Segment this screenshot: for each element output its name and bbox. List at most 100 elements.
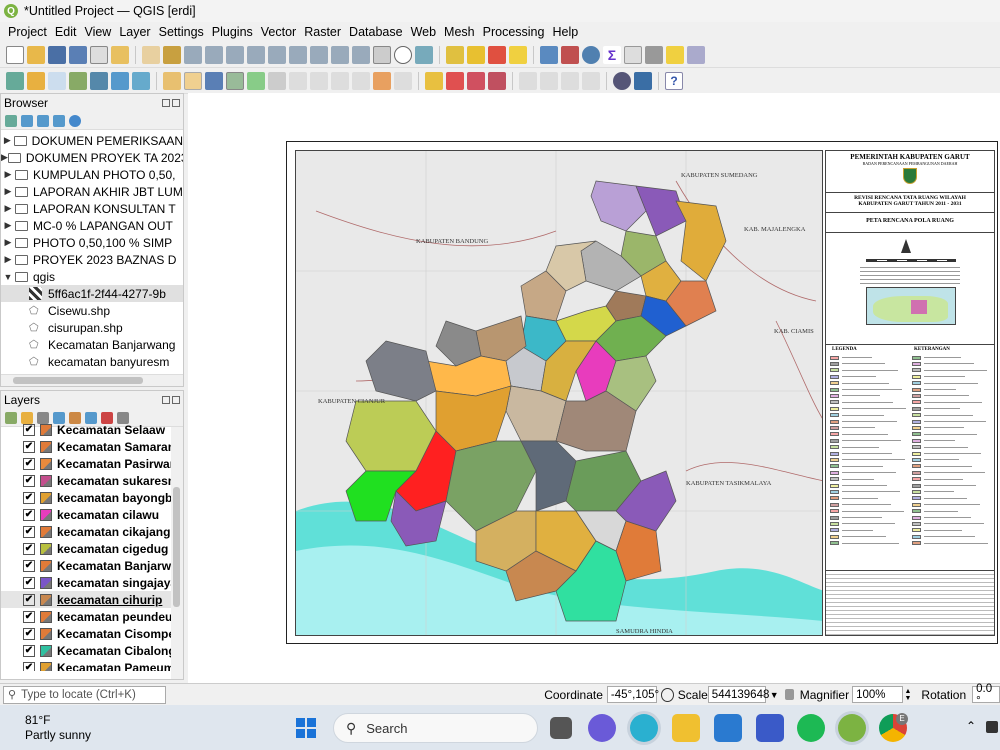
add-selected-icon[interactable] xyxy=(5,114,17,127)
browser-item[interactable]: ⬠ kecamatan banyuresm xyxy=(1,353,183,370)
menu-raster[interactable]: Raster xyxy=(300,25,345,39)
tray-chevron-icon[interactable]: ⌃ xyxy=(966,719,976,733)
add-wms-icon[interactable] xyxy=(111,71,129,90)
layer-visibility-checkbox[interactable]: ✔ xyxy=(23,542,35,555)
layer-list-icon[interactable] xyxy=(624,45,642,64)
zoom-out-icon[interactable] xyxy=(205,45,223,64)
layer-item[interactable]: ✔ kecamatan peundeuy xyxy=(1,608,183,625)
browser-item[interactable]: ⬠ cisurupan.shp xyxy=(1,319,183,336)
map-canvas[interactable]: KABUPATEN SUMEDANG KABUPATEN BANDUNG KAB… xyxy=(188,93,1000,683)
browser-item[interactable]: ▶ PROYEK 2023 BAZNAS D xyxy=(1,251,183,268)
layer-item[interactable]: ✔ Kecamatan Samarang xyxy=(1,438,183,455)
scale-dropdown-icon[interactable]: ▼ xyxy=(770,690,779,700)
layer-item[interactable]: ✔ Kecamatan Selaaw xyxy=(1,421,183,438)
menu-layer[interactable]: Layer xyxy=(115,25,154,39)
modify-attributes-icon[interactable] xyxy=(268,71,286,90)
new-project-icon[interactable] xyxy=(6,45,24,64)
pan-icon[interactable] xyxy=(142,45,160,64)
float-panel-icon[interactable] xyxy=(162,396,170,404)
undo-icon[interactable] xyxy=(373,71,391,90)
layer-item[interactable]: ✔ kecamatan bayongbo xyxy=(1,489,183,506)
browser-item[interactable]: ▶ PHOTO 0,50,100 % SIMP xyxy=(1,234,183,251)
temporal-icon[interactable] xyxy=(394,45,412,64)
delete-selected-icon[interactable] xyxy=(289,71,307,90)
collapse-all-icon[interactable] xyxy=(53,114,65,127)
layer-item[interactable]: ✔ kecamatan cihurip xyxy=(1,591,183,608)
layer-visibility-checkbox[interactable]: ✔ xyxy=(23,525,35,538)
browser-item[interactable]: ▼ qgis xyxy=(1,268,183,285)
layer-visibility-checkbox[interactable]: ✔ xyxy=(23,644,35,657)
map-tips-icon[interactable] xyxy=(666,45,684,64)
layers-vscrollbar[interactable] xyxy=(171,427,183,679)
zoom-native-icon[interactable] xyxy=(310,45,328,64)
settings-gear-icon[interactable] xyxy=(582,45,600,64)
layer-item[interactable]: ✔ Kecamatan Cisompet xyxy=(1,625,183,642)
new-shapefile-icon[interactable] xyxy=(48,71,66,90)
browser-item[interactable]: ⬠ Cisewu.shp xyxy=(1,302,183,319)
add-raster-icon[interactable] xyxy=(69,71,87,90)
browser-item[interactable]: ▶ DOKUMEN PEMERIKSAAN xyxy=(1,132,183,149)
layer-visibility-checkbox[interactable]: ✔ xyxy=(23,440,35,453)
layer-visibility-checkbox[interactable]: ✔ xyxy=(23,474,35,487)
identify-icon[interactable] xyxy=(446,45,464,64)
menu-help[interactable]: Help xyxy=(548,25,582,39)
select-features-icon[interactable] xyxy=(467,45,485,64)
data-source-icon[interactable] xyxy=(6,71,24,90)
label-rotate-icon[interactable] xyxy=(519,71,537,90)
close-panel-icon[interactable] xyxy=(172,99,180,107)
zoom-full-icon[interactable] xyxy=(247,45,265,64)
toggle-editing-icon[interactable] xyxy=(184,71,202,90)
menu-settings[interactable]: Settings xyxy=(155,25,208,39)
layer-item[interactable]: ✔ kecamatan cigedug xyxy=(1,540,183,557)
browser-item[interactable]: ▶ MC-0 % LAPANGAN OUT xyxy=(1,217,183,234)
store-icon[interactable] xyxy=(714,714,742,742)
callout-icon[interactable] xyxy=(582,71,600,90)
save-edits-icon[interactable] xyxy=(205,71,223,90)
browser-item[interactable]: ⬠ Kecamatan Banjarwang xyxy=(1,336,183,353)
magnifier-field[interactable]: 100% xyxy=(852,686,904,703)
cut-features-icon[interactable] xyxy=(310,71,328,90)
browser-item[interactable]: ▶ LAPORAN AKHIR JBT LUM xyxy=(1,183,183,200)
taskbar-search[interactable]: ⚲ Search xyxy=(333,713,538,743)
layer-visibility-checkbox[interactable]: ✔ xyxy=(23,576,35,589)
zoom-last-icon[interactable] xyxy=(331,45,349,64)
layer-visibility-checkbox[interactable]: ✔ xyxy=(23,491,35,504)
filter-icon[interactable] xyxy=(37,114,49,127)
edge-browser-icon[interactable] xyxy=(630,714,658,742)
layer-visibility-checkbox[interactable]: ✔ xyxy=(23,661,35,671)
weather-widget[interactable]: 81°F Partly sunny xyxy=(25,713,91,743)
copy-features-icon[interactable] xyxy=(331,71,349,90)
network-icon[interactable] xyxy=(986,721,998,733)
python-console-icon[interactable] xyxy=(634,71,652,90)
close-panel-icon[interactable] xyxy=(172,396,180,404)
label-pin-icon[interactable] xyxy=(446,71,464,90)
add-polygon-icon[interactable] xyxy=(226,71,244,90)
layer-item[interactable]: ✔ kecamatan sukaresmi xyxy=(1,472,183,489)
vertex-tool-icon[interactable] xyxy=(247,71,265,90)
redo-icon[interactable] xyxy=(394,71,412,90)
layer-visibility-checkbox[interactable]: ✔ xyxy=(23,559,35,572)
new-map-view-icon[interactable] xyxy=(373,45,391,64)
menu-plugins[interactable]: Plugins xyxy=(208,25,257,39)
start-icon[interactable] xyxy=(296,718,316,738)
label-show-icon[interactable] xyxy=(467,71,485,90)
browser-item[interactable]: 5ff6ac1f-2f44-4277-9b xyxy=(1,285,183,302)
plugin-globe-icon[interactable] xyxy=(613,71,631,90)
menu-mesh[interactable]: Mesh xyxy=(440,25,479,39)
file-explorer-icon[interactable] xyxy=(672,714,700,742)
info-icon[interactable] xyxy=(69,114,81,127)
save-project-icon[interactable] xyxy=(48,45,66,64)
layer-item[interactable]: ✔ kecamatan cilawu xyxy=(1,506,183,523)
browser-hscrollbar[interactable] xyxy=(1,374,183,386)
layer-item[interactable]: ✔ Kecamatan Cibalong xyxy=(1,642,183,659)
label-move-icon[interactable] xyxy=(488,71,506,90)
zoom-selection-icon[interactable] xyxy=(268,45,286,64)
pan-to-selection-icon[interactable] xyxy=(163,45,181,64)
add-layer-icon[interactable] xyxy=(27,71,45,90)
scale-field[interactable]: 544139648 xyxy=(707,686,769,703)
refresh-icon[interactable] xyxy=(415,45,433,64)
refresh-icon[interactable] xyxy=(21,114,33,127)
task-view-icon[interactable] xyxy=(550,717,572,739)
print-layout-icon[interactable] xyxy=(90,45,108,64)
help-icon[interactable]: ? xyxy=(665,71,683,90)
